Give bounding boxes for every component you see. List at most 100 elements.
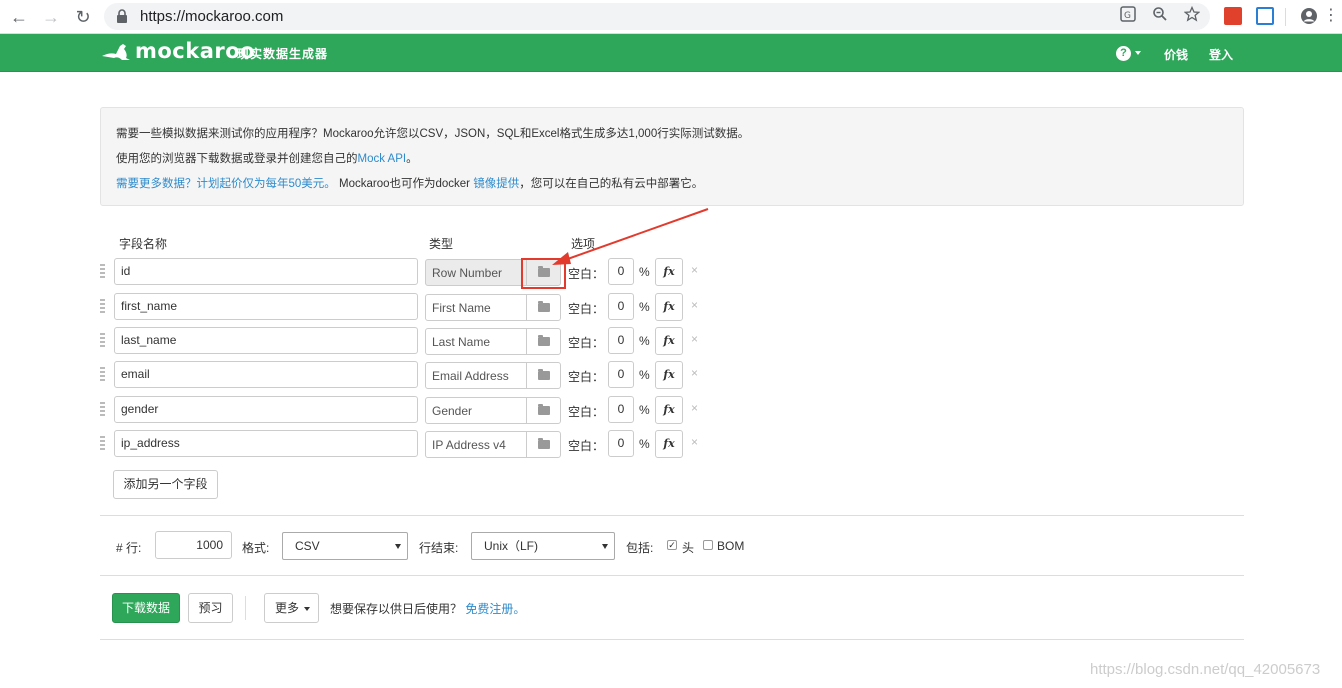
field-type-selector[interactable]: Email Address xyxy=(425,362,561,389)
extension-blue-icon[interactable] xyxy=(1256,7,1274,25)
drag-handle-icon[interactable] xyxy=(100,402,105,418)
formula-button[interactable]: fx xyxy=(655,327,683,355)
download-data-button[interactable]: 下载数据 xyxy=(112,593,180,623)
intro-text: ，您可以在自己的私有云中部署它。 xyxy=(519,178,704,190)
profile-icon[interactable] xyxy=(1300,7,1318,25)
drag-handle-icon[interactable] xyxy=(100,436,105,452)
blank-percent-input[interactable]: 0 xyxy=(608,430,634,457)
blank-label: 空白： xyxy=(568,405,605,419)
field-name-input[interactable]: first_name xyxy=(114,293,418,320)
back-icon[interactable]: ← xyxy=(8,6,30,28)
field-type-selector[interactable]: IP Address v4 xyxy=(425,431,561,458)
reload-icon[interactable]: ↻ xyxy=(72,6,94,28)
signup-link[interactable]: 免费注册。 xyxy=(465,602,525,616)
more-dropdown-button[interactable]: 更多 xyxy=(264,593,319,623)
type-picker-button[interactable] xyxy=(526,295,560,320)
blank-percent-input[interactable]: 0 xyxy=(608,327,634,354)
help-icon[interactable]: ? xyxy=(1116,46,1131,61)
field-name-input[interactable]: id xyxy=(114,258,418,285)
type-picker-button[interactable] xyxy=(526,329,560,354)
rows-count-input[interactable]: 1000 xyxy=(155,531,232,559)
line-ending-select[interactable]: Unix（LF) xyxy=(471,532,615,560)
type-picker-button[interactable] xyxy=(526,398,560,423)
divider xyxy=(245,596,246,620)
field-row: last_name Last Name 空白： 0% fx × xyxy=(0,327,720,355)
type-picker-button[interactable] xyxy=(526,363,560,388)
header-checkbox[interactable]: ✓ xyxy=(667,540,677,550)
field-name-input[interactable]: email xyxy=(114,361,418,388)
field-name-header: 字段名称 xyxy=(119,237,168,251)
delete-field-icon[interactable]: × xyxy=(691,401,698,415)
folder-icon xyxy=(538,369,550,380)
chevron-down-icon xyxy=(395,544,401,549)
chevron-down-icon xyxy=(304,607,310,611)
field-name-input[interactable]: last_name xyxy=(114,327,418,354)
formula-button[interactable]: fx xyxy=(655,430,683,458)
blank-percent-input[interactable]: 0 xyxy=(608,396,634,423)
divider xyxy=(100,515,1244,516)
drag-handle-icon[interactable] xyxy=(100,367,105,383)
blank-percent-input[interactable]: 0 xyxy=(608,293,634,320)
login-link[interactable]: 登入 xyxy=(1209,46,1233,63)
intro-text: 使用您的浏览器下载数据或登录并创建您自己的 xyxy=(116,153,358,165)
drag-handle-icon[interactable] xyxy=(100,299,105,315)
forward-icon[interactable]: → xyxy=(40,6,62,28)
chevron-down-icon[interactable] xyxy=(1135,51,1141,55)
blank-label: 空白： xyxy=(568,336,605,350)
folder-icon xyxy=(538,404,550,415)
field-type-label: Row Number xyxy=(432,266,503,280)
pricing-link[interactable]: 价钱 xyxy=(1164,46,1188,63)
drag-handle-icon[interactable] xyxy=(100,333,105,349)
folder-icon xyxy=(538,301,550,312)
kangaroo-logo-icon[interactable] xyxy=(100,40,134,64)
field-type-label: First Name xyxy=(432,301,491,315)
format-select[interactable]: CSV xyxy=(282,532,408,560)
formula-button[interactable]: fx xyxy=(655,396,683,424)
browser-toolbar: ← → ↻ https://mockaroo.com G ⋮ xyxy=(0,0,1342,34)
delete-field-icon[interactable]: × xyxy=(691,332,698,346)
intro-line-3: 需要更多数据？计划起价仅为每年50美元。 Mockaroo也可作为docker … xyxy=(116,175,703,191)
percent-sign: % xyxy=(639,300,650,314)
delete-field-icon[interactable]: × xyxy=(691,298,698,312)
field-row: ip_address IP Address v4 空白： 0% fx × xyxy=(0,430,720,458)
delete-field-icon[interactable]: × xyxy=(691,366,698,380)
percent-sign: % xyxy=(639,403,650,417)
field-name-input[interactable]: ip_address xyxy=(114,430,418,457)
blank-label: 空白： xyxy=(568,370,605,384)
bookmark-star-icon[interactable] xyxy=(1184,6,1200,22)
drag-handle-icon[interactable] xyxy=(100,264,105,280)
url-text[interactable]: https://mockaroo.com xyxy=(140,8,283,25)
browser-menu-icon[interactable]: ⋮ xyxy=(1320,6,1342,28)
blank-label: 空白： xyxy=(568,439,605,453)
translate-icon[interactable]: G xyxy=(1120,6,1136,22)
include-label: 包括: xyxy=(626,541,654,555)
mock-api-link[interactable]: Mock API xyxy=(358,153,407,165)
chevron-down-icon xyxy=(602,544,608,549)
formula-button[interactable]: fx xyxy=(655,361,683,389)
folder-icon xyxy=(538,335,550,346)
address-bar[interactable]: https://mockaroo.com xyxy=(104,3,1210,30)
delete-field-icon[interactable]: × xyxy=(691,435,698,449)
preview-button[interactable]: 预习 xyxy=(188,593,233,623)
field-type-label: Last Name xyxy=(432,335,491,349)
divider xyxy=(100,575,1244,576)
bom-checkbox[interactable] xyxy=(703,540,713,550)
type-picker-button[interactable] xyxy=(526,432,560,457)
field-type-label: IP Address v4 xyxy=(432,438,506,452)
field-type-selector[interactable]: First Name xyxy=(425,294,561,321)
add-field-button[interactable]: 添加另一个字段 xyxy=(113,470,218,499)
docker-image-link[interactable]: 镜像提供 xyxy=(473,178,519,190)
field-type-selector[interactable]: Gender xyxy=(425,397,561,424)
intro-line-1: 需要一些模拟数据来测试你的应用程序？Mockaroo允许您以CSV，JSON，S… xyxy=(116,128,750,140)
svg-text:G: G xyxy=(1124,11,1131,21)
extension-red-icon[interactable] xyxy=(1224,7,1242,25)
field-type-label: Email Address xyxy=(432,369,509,383)
field-type-selector[interactable]: Last Name xyxy=(425,328,561,355)
intro-line-2: 使用您的浏览器下载数据或登录并创建您自己的Mock API。 xyxy=(116,150,418,166)
blank-percent-input[interactable]: 0 xyxy=(608,361,634,388)
pricing-plan-link[interactable]: 需要更多数据？计划起价仅为每年50美元。 xyxy=(116,178,336,190)
zoom-icon[interactable] xyxy=(1152,6,1168,22)
field-row: email Email Address 空白： 0% fx × xyxy=(0,361,720,389)
field-name-input[interactable]: gender xyxy=(114,396,418,423)
formula-button[interactable]: fx xyxy=(655,293,683,321)
